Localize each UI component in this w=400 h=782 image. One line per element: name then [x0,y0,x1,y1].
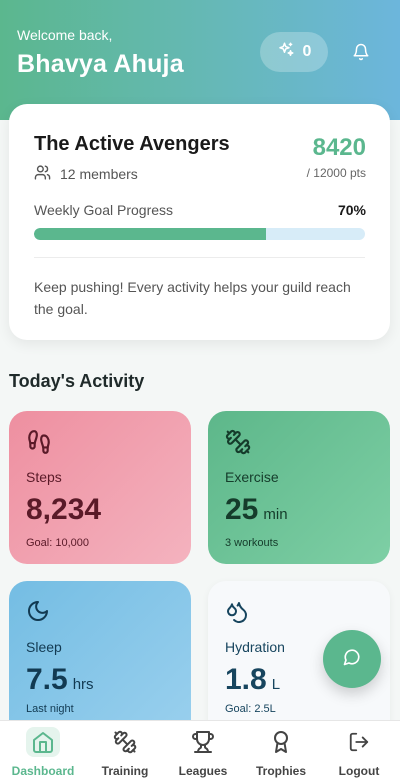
divider [34,257,365,258]
points-button[interactable]: 0 [260,32,328,72]
sleep-tile[interactable]: Sleep 7.5 hrs Last night [9,581,191,741]
steps-value: 8,234 [26,493,102,526]
home-icon [26,727,60,757]
exercise-value: 25 min [225,493,288,526]
chat-icon [343,648,361,671]
nav-logout-label: Logout [338,764,380,778]
droplets-icon [225,599,251,625]
header: Welcome back, Bhavya Ahuja 0 [0,0,400,120]
username: Bhavya Ahuja [17,50,184,78]
hydration-value: 1.8 L [225,663,281,696]
guild-message: Keep pushing! Every activity helps your … [34,279,351,317]
hydration-label: Hydration [225,639,285,655]
nav-trophies[interactable]: Trophies [241,721,321,782]
dumbbell-icon [225,429,251,455]
goal-progress-bar [34,228,365,240]
members-count: 12 members [60,166,138,182]
moon-icon [26,599,52,625]
guild-members: 12 members [34,164,138,184]
guild-target: / 12000 pts [306,166,366,180]
bottom-nav: Dashboard Training Leagues Trophies Logo… [0,720,400,782]
welcome-text: Welcome back, [17,27,113,43]
guild-score: 8420 [312,134,366,161]
goal-label: Weekly Goal Progress [34,202,174,218]
steps-tile[interactable]: Steps 8,234 Goal: 10,000 [9,411,191,564]
nav-training[interactable]: Training [85,721,165,782]
points-value: 0 [302,43,312,60]
nav-logout[interactable]: Logout [319,721,399,782]
footprints-icon [26,429,52,455]
exercise-tile[interactable]: Exercise 25 min 3 workouts [208,411,390,564]
activity-title: Today's Activity [9,371,145,391]
sleep-unit: hrs [72,676,94,693]
nav-leagues-label: Leagues [178,764,228,778]
nav-dashboard-label: Dashboard [11,764,75,778]
bell-icon[interactable] [349,40,373,64]
steps-goal: Goal: 10,000 [26,537,89,549]
award-icon [266,727,296,757]
sparkles-icon [277,41,295,64]
goal-progress-fill [34,228,266,240]
logout-icon [344,727,374,757]
guild-card[interactable]: The Active Avengers 12 members 8420 / 12… [9,104,390,340]
users-icon [34,164,51,184]
sleep-value: 7.5 hrs [26,663,94,696]
nav-trophies-label: Trophies [255,764,306,778]
guild-name: The Active Avengers [34,133,230,155]
hydration-sub: Goal: 2.5L [225,703,276,715]
trophy-icon [188,727,218,757]
dumbbell-icon [110,727,140,757]
exercise-label: Exercise [225,469,279,485]
sleep-sub: Last night [26,703,74,715]
chat-button[interactable] [323,630,381,688]
hydration-unit: L [271,676,281,693]
nav-leagues[interactable]: Leagues [163,721,243,782]
nav-training-label: Training [101,764,149,778]
goal-percent: 70% [337,202,366,218]
exercise-unit: min [263,506,288,523]
nav-dashboard[interactable]: Dashboard [3,721,83,782]
steps-label: Steps [26,469,62,485]
sleep-label: Sleep [26,639,62,655]
exercise-sub: 3 workouts [225,537,279,549]
